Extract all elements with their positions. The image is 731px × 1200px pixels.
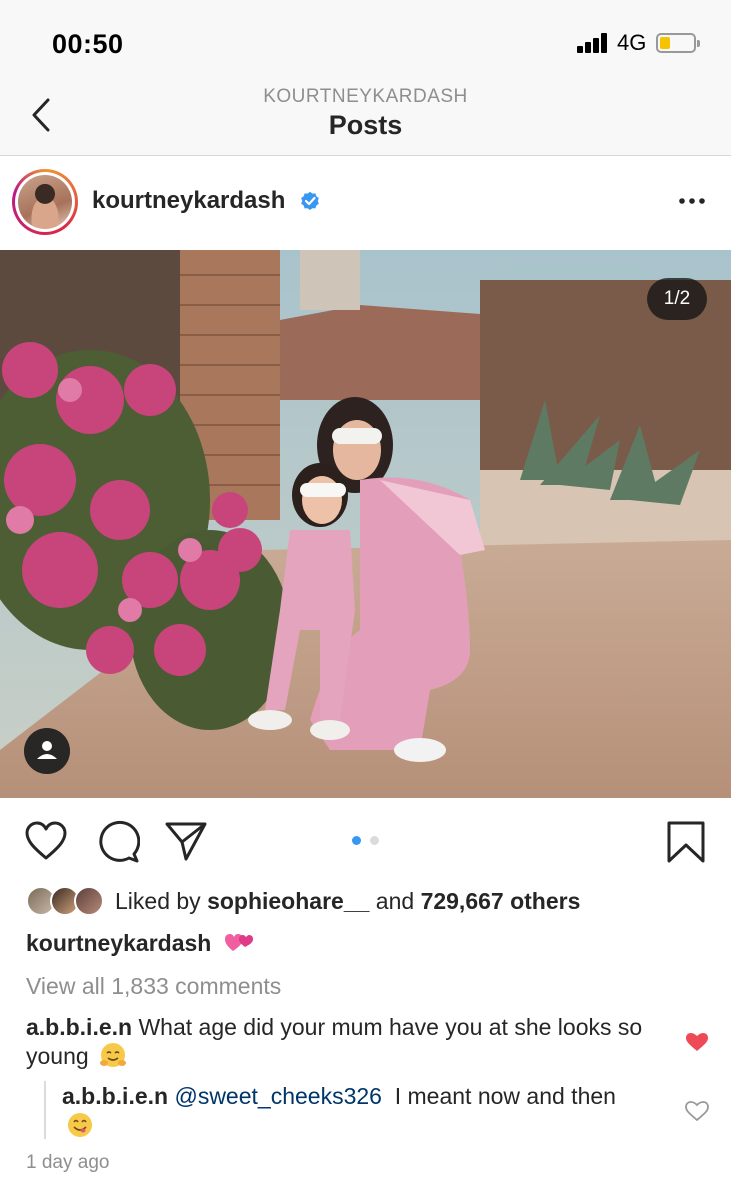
- comment-like-heart-icon[interactable]: [685, 1031, 709, 1053]
- page-title: Posts: [328, 110, 403, 140]
- heart-icon[interactable]: [24, 820, 68, 862]
- reply-thread-line: [44, 1081, 46, 1139]
- two-hearts-emoji: [224, 934, 253, 951]
- post-username[interactable]: kourtneykardash: [92, 187, 285, 215]
- post-caption: kourtneykardash: [26, 930, 254, 957]
- carousel-dot-active: [352, 836, 361, 845]
- network-type: 4G: [617, 30, 647, 55]
- send-icon[interactable]: [164, 820, 208, 862]
- status-bar: 00:50 4G: [0, 0, 731, 86]
- battery-icon: [656, 33, 700, 53]
- photo-scene: [0, 250, 731, 798]
- likes-row: Liked by sophieohare__ and 729,667 other…: [26, 884, 726, 920]
- signal-strength-icon: [577, 33, 611, 53]
- carousel-indicator: [352, 836, 382, 846]
- nav-subtitle: KOURTNEYKARDASH: [263, 86, 468, 107]
- post-timestamp: 1 day ago: [26, 1152, 110, 1173]
- comment-icon[interactable]: [96, 820, 140, 864]
- comment: a.b.b.i.e.n What age did your mum have y…: [26, 1013, 646, 1071]
- post-photo[interactable]: [0, 250, 731, 798]
- caption-username[interactable]: kourtneykardash: [26, 930, 211, 956]
- hugging-face-emoji: [100, 1043, 127, 1067]
- mention-link[interactable]: @sweet_cheeks326: [174, 1083, 381, 1109]
- post-actions: [0, 800, 731, 880]
- comment-reply: a.b.b.i.e.n @sweet_cheeks326 I meant now…: [62, 1082, 642, 1140]
- media-counter: 1/2: [647, 278, 707, 320]
- verified-badge-icon: [301, 191, 319, 210]
- likes-count[interactable]: 729,667 others: [421, 888, 581, 914]
- post-header: kourtneykardash: [0, 157, 731, 249]
- comment-username[interactable]: a.b.b.i.e.n: [26, 1014, 132, 1040]
- nav-bar: KOURTNEYKARDASH Posts: [0, 86, 731, 156]
- likes-text[interactable]: Liked by sophieohare__ and 729,667 other…: [115, 888, 580, 915]
- liker-avatar: [74, 886, 104, 916]
- more-options-icon[interactable]: [676, 189, 708, 213]
- comment-like-heart-icon[interactable]: [685, 1100, 709, 1122]
- avatar[interactable]: [12, 169, 78, 235]
- carousel-dot: [370, 836, 379, 845]
- liker-username[interactable]: sophieohare__: [207, 888, 369, 914]
- yum-face-emoji: [68, 1113, 92, 1137]
- reply-text: I meant now and then: [394, 1083, 616, 1109]
- view-all-comments-link[interactable]: View all 1,833 comments: [26, 973, 281, 1000]
- reply-username[interactable]: a.b.b.i.e.n: [62, 1083, 168, 1109]
- bookmark-icon[interactable]: [666, 820, 706, 864]
- status-time: 00:50: [52, 29, 124, 59]
- user-tag-icon[interactable]: [24, 728, 70, 774]
